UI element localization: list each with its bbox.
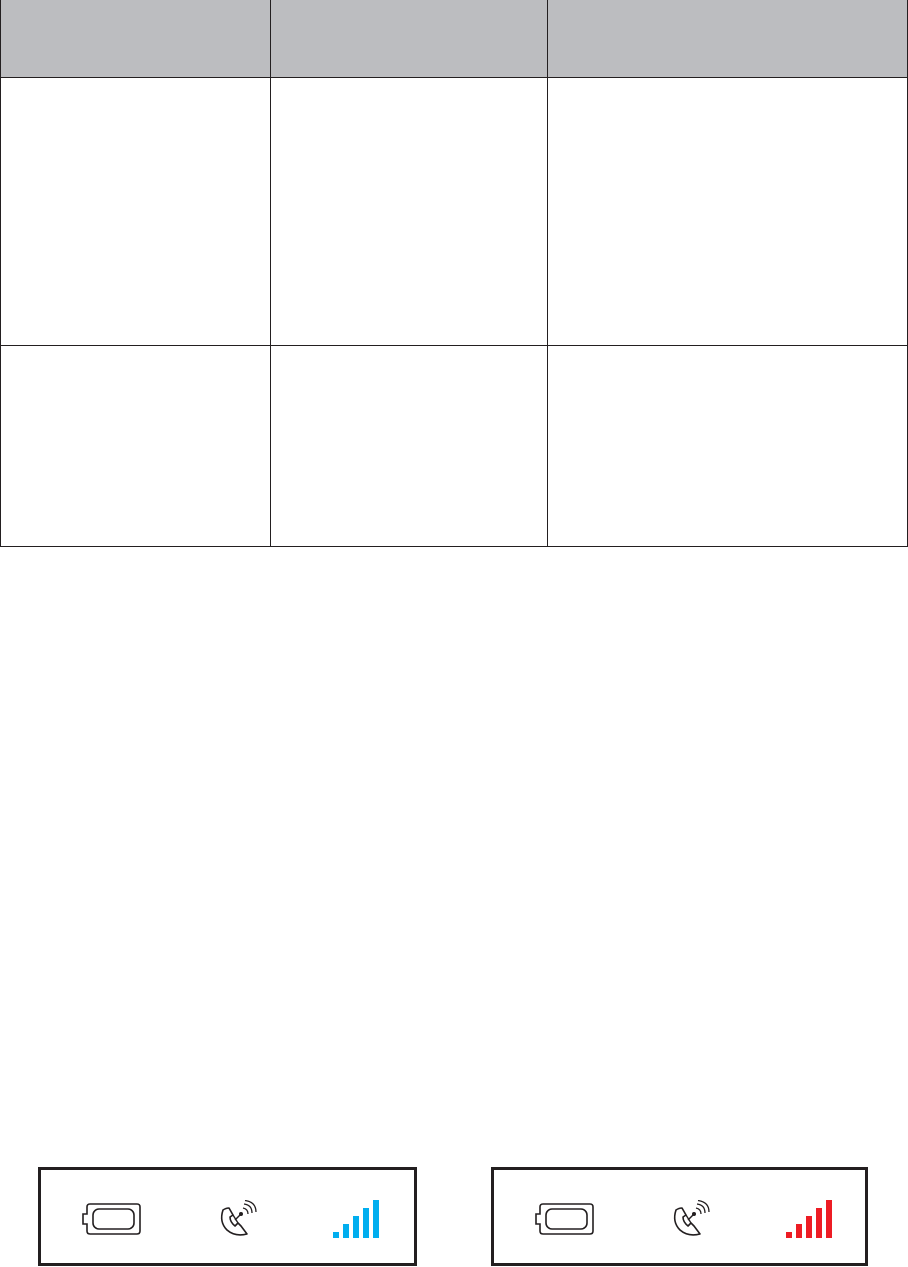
table-cell-r2-c2 — [270, 346, 547, 547]
signal-strength-icon — [333, 1200, 379, 1238]
status-indicator-panel-blue — [38, 1167, 417, 1266]
table-header-cell-2 — [270, 0, 547, 78]
signal-bar-2 — [343, 1224, 349, 1238]
table-header-cell-3 — [547, 0, 908, 78]
signal-bar-2 — [796, 1224, 802, 1238]
signal-bar-4 — [363, 1208, 369, 1238]
signal-bar-4 — [816, 1208, 822, 1238]
table-cell-r1-c3 — [547, 78, 908, 346]
signal-strength-icon — [786, 1200, 832, 1238]
table-cell-r2-c1 — [0, 346, 270, 547]
signal-bar-1 — [333, 1232, 339, 1238]
signal-bar-5 — [373, 1200, 379, 1238]
gps-satellite-icon — [673, 1200, 710, 1236]
table-header-cell-1 — [0, 0, 270, 78]
table-header-rule — [0, 77, 908, 78]
info-table — [0, 0, 908, 547]
table-border-left — [0, 0, 1, 547]
battery-icon — [82, 1203, 141, 1235]
table-row-rule — [0, 345, 908, 346]
signal-bar-3 — [353, 1216, 359, 1238]
signal-bar-5 — [826, 1200, 832, 1238]
table-cell-r1-c1 — [0, 78, 270, 346]
signal-bar-3 — [806, 1216, 812, 1238]
status-indicator-panel-red — [491, 1167, 868, 1266]
signal-bar-1 — [786, 1232, 792, 1238]
table-cell-r1-c2 — [270, 78, 547, 346]
gps-satellite-icon — [220, 1200, 257, 1236]
battery-icon — [535, 1203, 594, 1235]
table-divider-2 — [547, 0, 548, 547]
table-divider-1 — [270, 0, 271, 547]
table-cell-r2-c3 — [547, 346, 908, 547]
table-border-bottom — [0, 546, 908, 547]
